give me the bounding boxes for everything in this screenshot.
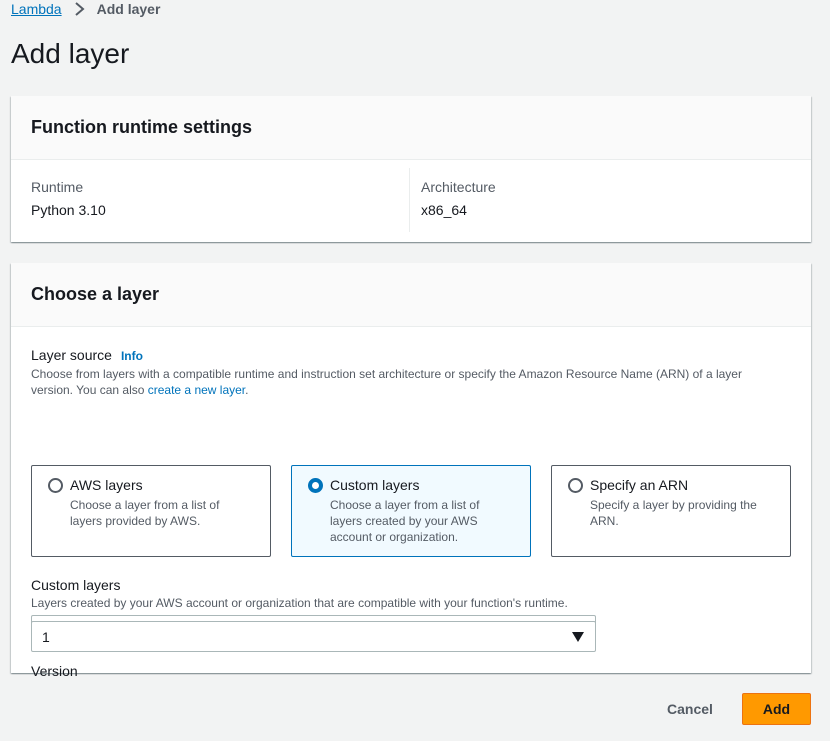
custom-layers-radio[interactable]	[308, 478, 323, 493]
choose-layer-panel: Choose a layer Layer source Info Choose f…	[11, 263, 811, 679]
specify-arn-desc: Specify a layer by providing the ARN.	[590, 498, 757, 528]
layer-source-label: Layer source	[31, 347, 112, 363]
choose-layer-title: Choose a layer	[11, 263, 811, 327]
chevron-right-icon	[74, 2, 85, 16]
layer-source-desc-suffix: .	[245, 383, 249, 397]
option-custom-layers[interactable]: Custom layers Choose a layer from a list…	[291, 465, 531, 557]
specify-arn-radio[interactable]	[568, 478, 583, 493]
option-specify-arn[interactable]: Specify an ARN Specify a layer by provid…	[551, 465, 791, 557]
custom-layers-title: Custom layers	[330, 477, 420, 493]
runtime-value: Python 3.10	[31, 202, 106, 218]
specify-arn-title: Specify an ARN	[590, 477, 689, 493]
info-link[interactable]: Info	[121, 349, 143, 363]
column-divider	[409, 168, 410, 232]
runtime-label: Runtime	[31, 179, 84, 195]
architecture-field: Architecture x86_64	[421, 179, 496, 218]
runtime-settings-body: Runtime Python 3.10 Architecture x86_64	[11, 160, 811, 242]
cancel-button[interactable]: Cancel	[658, 693, 722, 725]
version-select-value: 1	[42, 628, 50, 645]
caret-down-icon	[572, 632, 584, 642]
aws-layers-desc: Choose a layer from a list of layers pro…	[70, 498, 220, 528]
page-title: Add layer	[11, 38, 130, 69]
create-layer-link[interactable]: create a new layer	[148, 383, 245, 397]
add-button[interactable]: Add	[742, 693, 811, 725]
layer-source-desc-text: Choose from layers with a compatible run…	[31, 367, 742, 397]
layer-source-label-row: Layer source Info	[31, 347, 143, 365]
breadcrumb: Lambda Add layer	[11, 0, 160, 18]
custom-layers-label: Custom layers	[31, 577, 121, 593]
version-select[interactable]: 1	[31, 621, 596, 652]
architecture-label: Architecture	[421, 179, 496, 195]
layer-source-description: Choose from layers with a compatible run…	[31, 366, 776, 398]
runtime-settings-title: Function runtime settings	[11, 96, 811, 160]
runtime-settings-panel: Function runtime settings Runtime Python…	[11, 96, 811, 242]
breadcrumb-lambda-link[interactable]: Lambda	[11, 1, 62, 17]
version-label: Version	[31, 663, 78, 679]
custom-layers-description: Layers created by your AWS account or or…	[31, 596, 568, 610]
custom-layers-desc: Choose a layer from a list of layers cre…	[330, 498, 480, 544]
runtime-field: Runtime Python 3.10	[31, 179, 106, 218]
aws-layers-radio[interactable]	[48, 478, 63, 493]
option-aws-layers[interactable]: AWS layers Choose a layer from a list of…	[31, 465, 271, 557]
architecture-value: x86_64	[421, 202, 467, 218]
aws-layers-title: AWS layers	[70, 477, 143, 493]
breadcrumb-current: Add layer	[96, 1, 161, 17]
